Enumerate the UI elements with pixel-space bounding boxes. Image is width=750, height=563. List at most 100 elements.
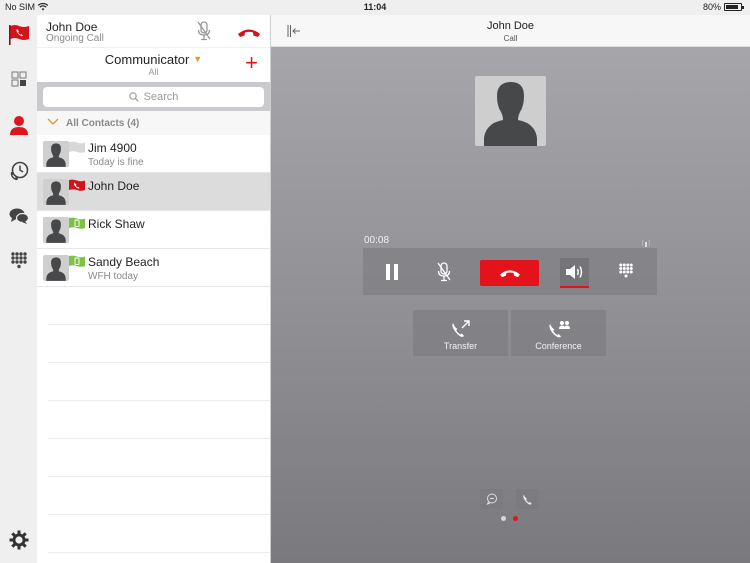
contact-avatar (43, 141, 69, 167)
contact-group-header[interactable]: All Contacts (4) (37, 111, 270, 135)
conference-label: Conference (535, 341, 582, 351)
mute-button[interactable] (433, 248, 455, 295)
dialpad-button[interactable] (615, 248, 637, 295)
mic-muted-icon (197, 21, 211, 41)
hangup-icon (499, 269, 520, 277)
call-timer: 00:08 (364, 235, 390, 246)
communicator-header: Communicator ▼ All + (37, 48, 270, 82)
call-page-button[interactable] (516, 489, 539, 509)
rail-dashboard[interactable] (6, 66, 31, 91)
status-bar: No SIM 11:04 80% (0, 0, 750, 15)
presence-flag (69, 179, 85, 198)
red-flag-phone-icon (8, 24, 29, 45)
ongoing-call-banner[interactable]: John Doe Ongoing Call (37, 15, 270, 48)
banner-mute-button[interactable] (197, 21, 211, 46)
rail-contacts[interactable] (6, 112, 31, 137)
add-contact-button[interactable]: + (245, 52, 258, 74)
search-icon (128, 92, 139, 102)
person-silhouette-icon (46, 257, 66, 281)
rail-chat[interactable] (6, 203, 31, 228)
call-subtitle: Call (503, 34, 518, 43)
contacts-panel: John Doe Ongoing Call Communicator ▼ All … (37, 15, 270, 563)
contact-list: Jim 4900 Today is fine John Doe Rick Shaw Sa… (37, 135, 270, 287)
ongoing-call-name: John Doe (46, 20, 98, 34)
contact-row[interactable]: Sandy Beach WFH today (37, 249, 270, 287)
settings-button[interactable] (6, 527, 31, 552)
presence-flag (69, 217, 85, 236)
contact-avatar (43, 255, 69, 281)
pause-icon (386, 263, 398, 280)
call-header: John Doe Call (271, 15, 750, 47)
hangup-icon (238, 29, 260, 37)
person-silhouette-icon (46, 143, 66, 167)
rail-history[interactable] (6, 158, 31, 183)
end-call-button[interactable] (480, 260, 539, 286)
search-bar: Search (37, 82, 270, 111)
contact-name: Rick Shaw (88, 217, 145, 231)
speaker-icon (565, 265, 582, 279)
presence-flag (69, 141, 85, 160)
empty-row (48, 477, 270, 515)
communicator-title-dropdown[interactable]: Communicator ▼ (37, 52, 270, 67)
empty-row (48, 325, 270, 363)
presence-on-call-flag-icon (69, 179, 85, 191)
contact-avatar (43, 217, 69, 243)
communicator-filter: All (148, 67, 159, 77)
grid-icon (11, 71, 26, 86)
empty-row (48, 363, 270, 401)
search-input[interactable]: Search (43, 87, 264, 107)
empty-row (48, 401, 270, 439)
search-placeholder: Search (143, 91, 179, 103)
battery-icon (724, 3, 744, 11)
conference-icon (548, 321, 570, 338)
signal-quality-icon (642, 239, 650, 247)
empty-row (48, 515, 270, 553)
call-view: John Doe Call 00:08 Transfer Conference (271, 15, 750, 563)
contact-row[interactable]: Rick Shaw (37, 211, 270, 249)
ongoing-call-status: Ongoing Call (46, 33, 104, 44)
caller-avatar (475, 76, 546, 146)
page-indicator-dot[interactable] (501, 516, 506, 521)
call-title: John Doe (486, 20, 535, 32)
transfer-icon (451, 320, 470, 337)
communicator-title: Communicator (104, 52, 190, 67)
phone-icon (523, 494, 532, 505)
gear-icon (9, 530, 28, 549)
contact-status: Today is fine (88, 157, 144, 168)
call-history-icon (10, 161, 28, 180)
chat-bubble-icon (485, 493, 497, 505)
person-silhouette-icon (46, 219, 66, 243)
speaker-button[interactable] (560, 258, 589, 288)
contact-row[interactable]: John Doe (37, 173, 270, 211)
rail-dialpad[interactable] (6, 249, 31, 274)
mic-muted-icon (437, 261, 451, 281)
rail-presence-flag[interactable] (6, 22, 31, 47)
person-silhouette-icon (484, 82, 537, 146)
transfer-button[interactable]: Transfer (413, 310, 508, 356)
speaker-active-indicator (560, 286, 589, 288)
battery-percent: 80% (702, 2, 721, 12)
contact-group-label: All Contacts (4) (66, 118, 140, 129)
contact-row[interactable]: Jim 4900 Today is fine (37, 135, 270, 173)
call-controls (363, 248, 657, 295)
hold-button[interactable] (381, 248, 403, 295)
presence-offline-flag-icon (69, 141, 85, 153)
dialpad-icon (10, 251, 27, 268)
chat-bubbles-icon (9, 208, 29, 224)
contact-avatar (43, 179, 69, 205)
person-silhouette-icon (46, 181, 66, 205)
contact-status: WFH today (88, 271, 139, 282)
conference-button[interactable]: Conference (511, 310, 606, 356)
presence-flag (69, 255, 85, 274)
page-indicator-dot-active[interactable] (513, 516, 518, 521)
nav-rail (0, 15, 37, 563)
contact-name: Sandy Beach (88, 255, 160, 269)
empty-row (48, 287, 270, 325)
presence-mobile-flag-icon (69, 255, 85, 267)
chat-page-button[interactable] (480, 489, 503, 509)
clock: 11:04 (363, 2, 387, 12)
dialpad-icon (619, 263, 633, 277)
banner-hangup-button[interactable] (237, 25, 261, 43)
empty-row (48, 439, 270, 477)
contact-name: Jim 4900 (88, 141, 137, 155)
